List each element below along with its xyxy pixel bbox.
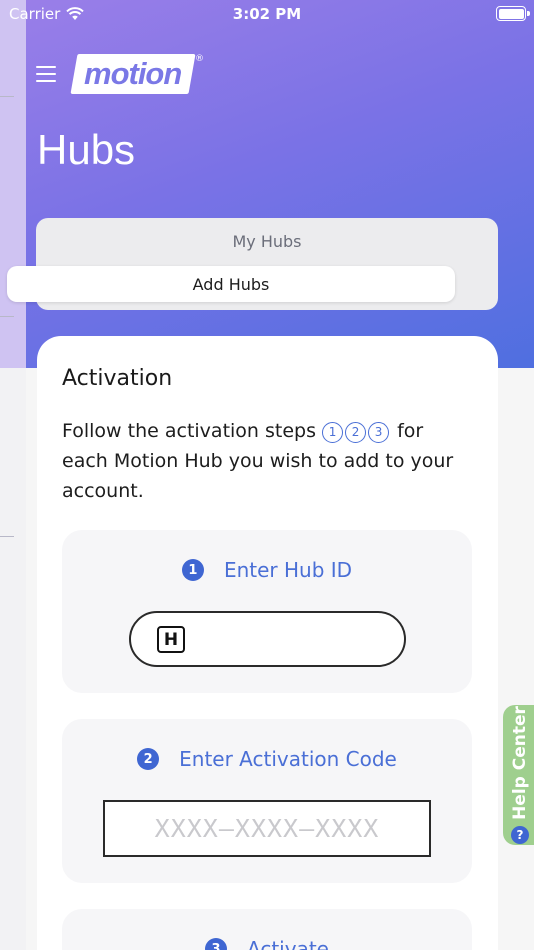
activation-code-input[interactable]: XXXX–XXXX–XXXX	[103, 800, 431, 857]
step-label: Enter Activation Code	[179, 747, 397, 771]
activation-title: Activation	[62, 366, 173, 391]
step-number-badge: 1	[181, 559, 204, 581]
activation-description: Follow the activation steps 123 for each…	[62, 420, 454, 502]
page-title: Hubs	[37, 126, 136, 173]
step-number-badge: 2	[137, 748, 160, 770]
step-label[interactable]: Activate	[247, 937, 329, 950]
step-number-badge: 3	[205, 938, 228, 950]
registered-mark: ®	[195, 54, 204, 64]
hub-h-icon: H	[157, 626, 185, 653]
help-question-icon: ?	[511, 825, 529, 844]
clock: 3:02 PM	[232, 5, 302, 23]
tab-my-hubs[interactable]: My Hubs	[36, 232, 498, 251]
step-3-glyph: 3	[368, 421, 390, 443]
help-center-label: Help Center	[510, 706, 530, 820]
motion-logo: motion	[70, 54, 196, 94]
step-1-glyph: 1	[322, 421, 344, 443]
status-bar: Carrier 3:02 PM	[0, 0, 534, 28]
step-2-glyph: 2	[345, 421, 367, 443]
hamburger-menu-icon[interactable]	[36, 66, 56, 84]
tab-add-hubs[interactable]: Add Hubs	[7, 266, 455, 302]
help-center-tab[interactable]: ? Help Center	[503, 705, 534, 845]
step-activate: 3 Activate	[62, 909, 472, 950]
battery-icon	[496, 6, 530, 21]
side-drawer-edge[interactable]	[0, 0, 26, 950]
step-label: Enter Hub ID	[223, 558, 353, 582]
